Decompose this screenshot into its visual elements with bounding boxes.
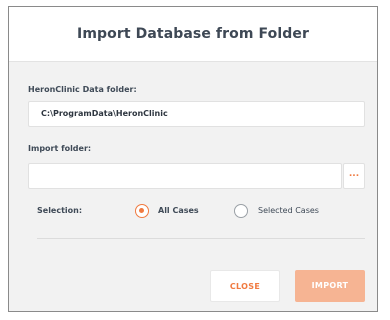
dialog-header: Import Database from Folder — [9, 7, 377, 62]
close-button[interactable]: CLOSE — [210, 270, 280, 302]
import-folder-field[interactable] — [28, 163, 342, 189]
radio-all-cases-label[interactable]: All Cases — [158, 206, 199, 215]
selection-label: Selection: — [37, 206, 83, 215]
dialog-title: Import Database from Folder — [77, 26, 309, 42]
data-folder-label: HeronClinic Data folder: — [28, 85, 137, 94]
import-button[interactable]: IMPORT — [295, 270, 365, 302]
radio-all-cases[interactable] — [135, 204, 149, 218]
radio-selected-cases-label[interactable]: Selected Cases — [258, 206, 319, 215]
browse-folder-button[interactable]: ... — [343, 163, 365, 189]
divider — [37, 238, 365, 239]
data-folder-field[interactable]: C:\ProgramData\HeronClinic — [28, 101, 365, 127]
radio-selected-cases[interactable] — [234, 204, 248, 218]
import-folder-label: Import folder: — [28, 144, 92, 153]
import-database-dialog: Import Database from Folder — [8, 6, 378, 312]
